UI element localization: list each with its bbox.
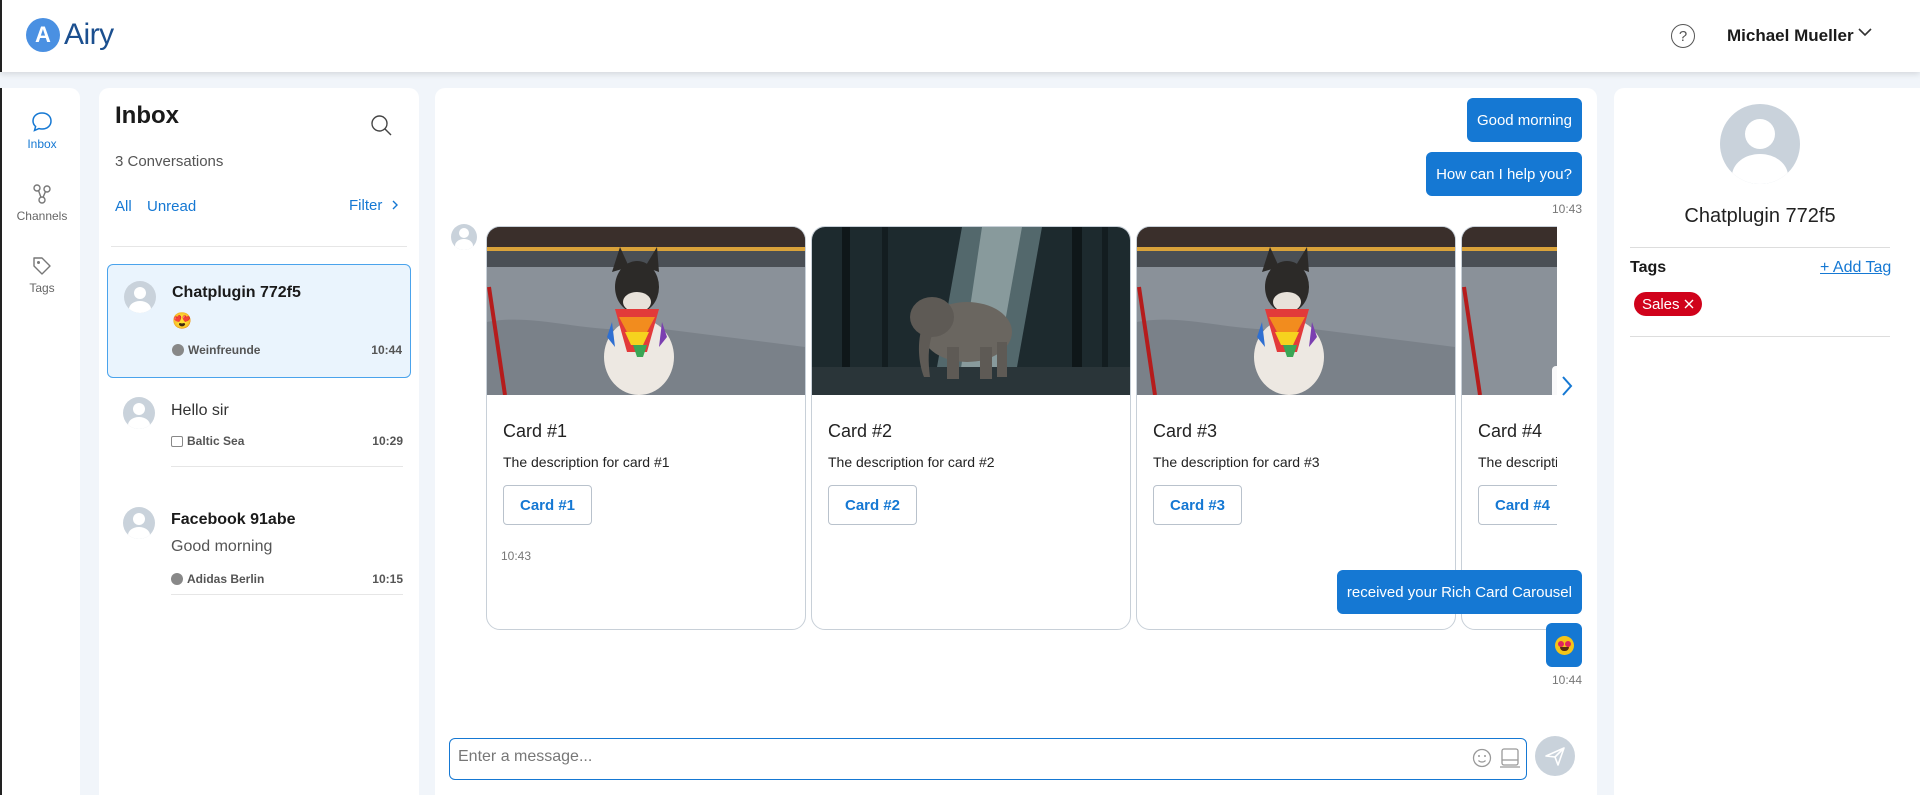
avatar bbox=[123, 507, 155, 539]
divider bbox=[1630, 247, 1890, 248]
card-button[interactable]: Card #4 bbox=[1478, 485, 1557, 525]
send-icon bbox=[1545, 747, 1565, 766]
card-description: The description for card #3 bbox=[1153, 454, 1320, 470]
add-tag-link[interactable]: + Add Tag bbox=[1820, 259, 1891, 277]
nav-label-tags: Tags bbox=[29, 281, 55, 295]
chevron-right-icon bbox=[392, 200, 398, 210]
message-thread-panel: Good morning How can I help you? 10:43 C… bbox=[435, 88, 1597, 795]
template-icon[interactable] bbox=[1499, 747, 1521, 769]
card-description: The description for card #4 bbox=[1478, 454, 1557, 470]
card-image bbox=[487, 227, 805, 395]
sms-icon bbox=[171, 435, 183, 447]
tags-label: Tags bbox=[1630, 259, 1667, 276]
card-image bbox=[1462, 227, 1557, 395]
inbox-title: Inbox bbox=[115, 102, 179, 129]
conversation-list-panel: Inbox 3 Conversations All Unread Filter … bbox=[99, 88, 419, 795]
conversation-item[interactable]: Facebook 91abe Good morning Adidas Berli… bbox=[107, 498, 411, 608]
app-header: A Airy ? Michael Mueller bbox=[0, 0, 1920, 72]
source-name: Baltic Sea bbox=[187, 434, 245, 448]
card-title: Card #4 bbox=[1478, 421, 1543, 441]
message-bubble-outgoing: How can I help you? bbox=[1426, 152, 1582, 196]
send-button[interactable] bbox=[1535, 736, 1575, 776]
avatar bbox=[451, 224, 477, 250]
channels-icon bbox=[33, 184, 51, 204]
divider bbox=[1630, 336, 1890, 337]
card-description: The description for card #1 bbox=[503, 454, 670, 470]
divider bbox=[111, 246, 407, 247]
tag-icon bbox=[33, 257, 51, 275]
chat-bubble-icon bbox=[32, 112, 52, 132]
filter-button[interactable]: Filter bbox=[349, 197, 399, 214]
card-description: The description for card #2 bbox=[828, 454, 995, 470]
card-image bbox=[812, 227, 1130, 395]
card-button[interactable]: Card #1 bbox=[503, 485, 593, 525]
nav-label-channels: Channels bbox=[16, 209, 68, 223]
carousel-next-button[interactable] bbox=[1552, 366, 1582, 406]
airy-logo[interactable]: A Airy bbox=[26, 18, 114, 52]
user-name[interactable]: Michael Mueller bbox=[1727, 26, 1854, 46]
conversation-time: 10:29 bbox=[372, 434, 403, 448]
message-input-box bbox=[449, 738, 1527, 780]
conversation-time: 10:44 bbox=[371, 343, 402, 357]
message-time: 10:43 bbox=[1551, 202, 1582, 216]
conversation-item[interactable]: Chatplugin 772f5 😍 Weinfreunde 10:44 bbox=[107, 264, 411, 378]
help-icon[interactable]: ? bbox=[1671, 24, 1695, 48]
conversation-source: Adidas Berlin bbox=[171, 572, 264, 586]
rich-card: Card #1 The description for card #1 Card… bbox=[486, 226, 806, 630]
nav-item-channels[interactable]: Channels bbox=[2, 182, 82, 223]
conversation-count: 3 Conversations bbox=[115, 153, 224, 170]
nav-item-tags[interactable]: Tags bbox=[2, 254, 82, 295]
avatar bbox=[1720, 104, 1800, 184]
conversation-source: Weinfreunde bbox=[172, 343, 260, 357]
source-name: Weinfreunde bbox=[188, 343, 261, 357]
card-image bbox=[1137, 227, 1455, 395]
conversation-last-message: 😍 bbox=[172, 313, 192, 330]
contact-details-panel: Chatplugin 772f5 Tags + Add Tag Sales bbox=[1614, 88, 1920, 795]
rich-card: Card #2 The description for card #2 Card… bbox=[811, 226, 1131, 630]
filter-unread-button[interactable]: Unread bbox=[147, 198, 196, 215]
messenger-icon bbox=[171, 573, 183, 585]
conversation-name: Chatplugin 772f5 bbox=[172, 284, 301, 301]
contact-name: Chatplugin 772f5 bbox=[1684, 205, 1836, 227]
filter-all-button[interactable]: All bbox=[115, 198, 132, 215]
card-title: Card #1 bbox=[503, 421, 568, 441]
tag-chip[interactable]: Sales bbox=[1634, 292, 1702, 316]
conversation-name: Hello sir bbox=[171, 402, 229, 419]
search-icon[interactable] bbox=[369, 113, 393, 137]
conversation-time: 10:15 bbox=[372, 572, 403, 586]
nav-label-inbox: Inbox bbox=[27, 137, 57, 151]
nav-item-inbox[interactable]: Inbox bbox=[2, 110, 82, 151]
airy-logo-icon: A bbox=[26, 18, 60, 52]
avatar bbox=[123, 397, 155, 429]
card-button[interactable]: Card #3 bbox=[1153, 485, 1243, 525]
conversation-source: Baltic Sea bbox=[171, 434, 244, 448]
divider bbox=[171, 466, 403, 467]
avatar bbox=[124, 281, 156, 313]
message-input[interactable] bbox=[458, 748, 1438, 766]
logo-text: Airy bbox=[64, 18, 114, 51]
tag-label: Sales bbox=[1642, 295, 1680, 313]
card-button[interactable]: Card #2 bbox=[828, 485, 918, 525]
chevron-right-icon bbox=[1562, 376, 1573, 396]
divider bbox=[171, 594, 403, 595]
message-bubble-outgoing: Good morning bbox=[1466, 98, 1582, 142]
conversation-item[interactable]: Hello sir Baltic Sea 10:29 bbox=[107, 388, 411, 478]
card-title: Card #2 bbox=[828, 421, 893, 441]
message-bubble-outgoing bbox=[1546, 623, 1582, 667]
conversation-name: Facebook 91abe bbox=[171, 511, 296, 528]
close-icon[interactable] bbox=[1684, 299, 1694, 309]
heart-eyes-emoji-icon bbox=[1554, 635, 1574, 655]
message-time: 10:43 bbox=[501, 549, 532, 563]
conversation-last-message: Good morning bbox=[171, 538, 273, 555]
chatplugin-icon bbox=[172, 344, 184, 356]
smiley-icon[interactable] bbox=[1472, 748, 1492, 768]
sidebar-nav: Inbox Channels Tags bbox=[0, 88, 80, 795]
message-bubble-outgoing: received your Rich Card Carousel bbox=[1336, 570, 1582, 614]
card-title: Card #3 bbox=[1153, 421, 1218, 441]
chevron-down-icon[interactable] bbox=[1858, 25, 1872, 39]
filter-label: Filter bbox=[349, 197, 383, 214]
source-name: Adidas Berlin bbox=[187, 572, 265, 586]
message-time: 10:44 bbox=[1551, 673, 1582, 687]
